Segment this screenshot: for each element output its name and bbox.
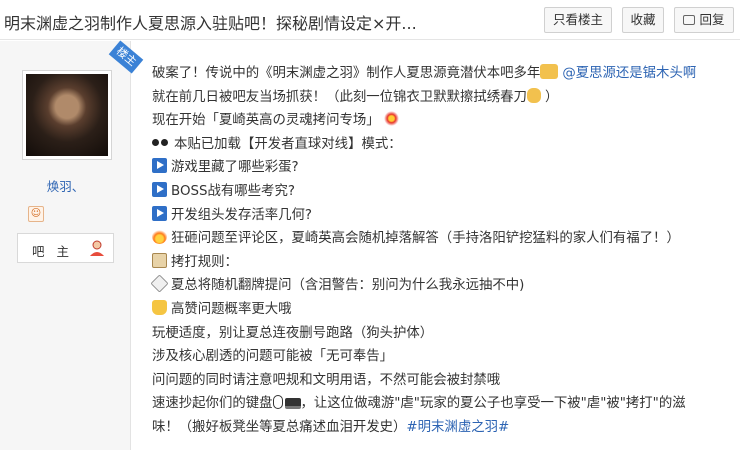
explosion-icon — [383, 111, 399, 127]
sunglasses-icon — [152, 135, 170, 150]
post-line: 夏总将随机翻牌提问（含泪警告：别问为什么我永远抽不中) — [150, 274, 736, 298]
play-icon — [152, 158, 167, 174]
fire-icon — [152, 229, 167, 245]
dice-icon — [150, 274, 169, 293]
author-only-button[interactable]: 只看楼主 — [544, 7, 612, 33]
admin-avatar-icon — [90, 240, 104, 256]
post-line: 速速抄起你们的键盘 ，让这位做魂游"虐"玩家的夏公子也享受一下被"虐"被"拷打"的… — [152, 395, 686, 412]
post-line: BOSS战有哪些考究? — [152, 180, 736, 204]
level-badge-icon[interactable]: ☺ — [28, 206, 44, 222]
user-mention-link[interactable]: @夏思源还是锯木头啊 — [562, 66, 696, 81]
author-name[interactable]: 焕羽、 — [0, 176, 131, 195]
avatar-image — [26, 74, 108, 156]
reply-button[interactable]: 回复 — [674, 7, 734, 33]
thread-header: 明末渊虚之羽制作人夏思源入驻贴吧！探秘剧情设定×开... 只看楼主 收藏 回复 — [0, 0, 740, 40]
post-line: 现在开始「夏崎英高の灵魂拷问专场」 — [152, 109, 736, 133]
post-line: 高赞问题概率更大哦 — [152, 298, 736, 322]
scroll-icon — [152, 252, 167, 268]
play-icon — [152, 205, 167, 221]
post-line: 就在前几日被吧友当场抓获！（此刻一位锦衣卫默默擦拭绣春刀） — [152, 87, 559, 105]
post-line: 玩梗适度，别让夏总连夜删号跑路（狗头护体） — [152, 325, 434, 341]
avatar[interactable] — [22, 70, 112, 160]
post-line: 破案了！传说中的《明末渊虚之羽》制作人夏思源竟潜伏本吧多年 @夏思源还是锯木头啊 — [152, 64, 697, 81]
post-line: 开发组头发存活率几何? — [152, 204, 736, 228]
role-label: 吧 主 — [32, 244, 73, 259]
post-line: 味！（搬好板凳坐等夏总痛述血泪开发史）#明末渊虚之羽# — [152, 419, 510, 435]
post-line: 本贴已加载【开发者直球对线】模式： — [152, 133, 736, 157]
thread-title: 明末渊虚之羽制作人夏思源入驻贴吧！探秘剧情设定×开... — [4, 14, 417, 33]
pointing-hand-icon — [540, 64, 559, 79]
comment-icon — [683, 15, 696, 25]
post-content: 破案了！传说中的《明末渊虚之羽》制作人夏思源竟潜伏本吧多年 @夏思源还是锯木头啊 … — [150, 62, 736, 440]
play-icon — [152, 181, 167, 197]
laptop-icon — [284, 398, 301, 410]
topic-hashtag-link[interactable]: #明末渊虚之羽# — [406, 420, 509, 435]
post-line: 涉及核心剧透的问题可能被「无可奉告」 — [152, 349, 394, 365]
post-line: 狂砸问题至评论区，夏崎英高会随机掉落解答（手持洛阳铲挖猛料的家人们有福了！） — [152, 227, 736, 251]
post-line: 拷打规则： — [152, 251, 736, 275]
post-line: 游戏里藏了哪些彩蛋? — [152, 156, 736, 180]
mouse-icon — [272, 395, 283, 410]
favorite-button[interactable]: 收藏 — [622, 7, 664, 33]
thumbs-up-icon — [152, 299, 167, 315]
post-line: 问问题的同时请注意吧规和文明用语，不然可能会被封禁哦 — [152, 372, 501, 388]
role-badge: 吧 主 — [17, 233, 114, 263]
hand-icon — [526, 87, 541, 103]
